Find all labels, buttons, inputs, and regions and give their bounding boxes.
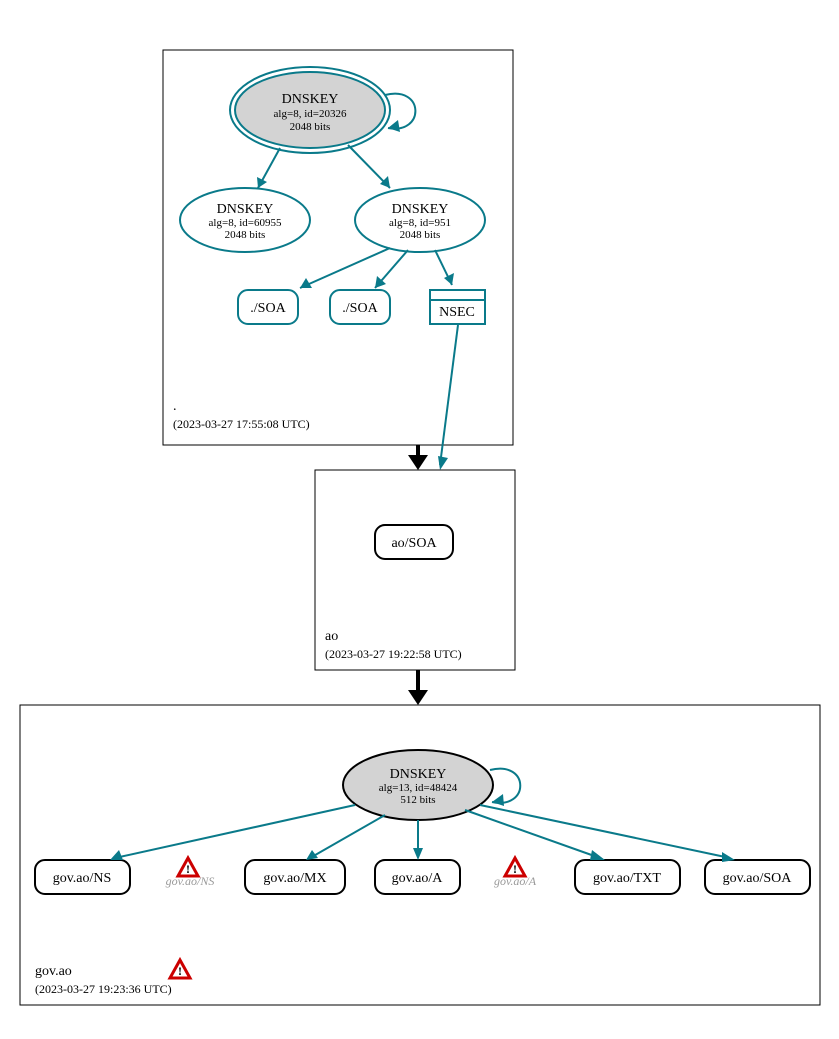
svg-text:2048 bits: 2048 bits — [290, 121, 331, 133]
svg-text:ao/SOA: ao/SOA — [391, 536, 437, 551]
zone-ao-name: ao — [325, 629, 338, 644]
zone-root-name: . — [173, 399, 177, 414]
svg-text:!: ! — [186, 862, 190, 876]
svg-text:./SOA: ./SOA — [250, 301, 286, 316]
root-nsec: NSEC — [430, 290, 485, 324]
svg-text:2048 bits: 2048 bits — [225, 229, 266, 241]
svg-text:!: ! — [513, 862, 517, 876]
svg-text:512 bits: 512 bits — [400, 794, 435, 806]
warning-icon: ! — [170, 960, 190, 978]
warning-icon: ! — [178, 858, 198, 876]
svg-text:alg=8, id=951: alg=8, id=951 — [389, 217, 451, 229]
root-zsk1-node: DNSKEY alg=8, id=60955 2048 bits — [180, 188, 310, 252]
govao-key-selfloop — [490, 769, 520, 803]
svg-text:NSEC: NSEC — [439, 305, 475, 320]
svg-text:gov.ao/NS: gov.ao/NS — [53, 871, 112, 886]
warning-icon: ! — [505, 858, 525, 876]
svg-text:DNSKEY: DNSKEY — [392, 202, 449, 217]
svg-text:gov.ao/A: gov.ao/A — [392, 871, 444, 886]
svg-text:DNSKEY: DNSKEY — [217, 202, 274, 217]
govao-key-node: DNSKEY alg=13, id=48424 512 bits — [343, 750, 493, 820]
svg-text:alg=8, id=20326: alg=8, id=20326 — [274, 108, 347, 120]
svg-text:gov.ao/SOA: gov.ao/SOA — [723, 871, 793, 886]
svg-text:./SOA: ./SOA — [342, 301, 378, 316]
zone-root-time: (2023-03-27 17:55:08 UTC) — [173, 417, 310, 431]
root-zsk2-node: DNSKEY alg=8, id=951 2048 bits — [355, 188, 485, 252]
svg-text:DNSKEY: DNSKEY — [282, 92, 339, 107]
zone-ao-box — [315, 470, 515, 670]
zone-govao-time: (2023-03-27 19:23:36 UTC) — [35, 982, 172, 996]
svg-text:alg=8, id=60955: alg=8, id=60955 — [209, 217, 282, 229]
svg-text:DNSKEY: DNSKEY — [390, 767, 447, 782]
zone-ao-time: (2023-03-27 19:22:58 UTC) — [325, 647, 462, 661]
svg-text:gov.ao/MX: gov.ao/MX — [263, 871, 326, 886]
svg-text:!: ! — [178, 964, 182, 978]
zone-govao-name: gov.ao — [35, 964, 72, 979]
root-ksk-node: DNSKEY alg=8, id=20326 2048 bits — [230, 67, 390, 153]
svg-text:alg=13, id=48424: alg=13, id=48424 — [379, 782, 458, 794]
svg-text:2048 bits: 2048 bits — [400, 229, 441, 241]
svg-text:gov.ao/TXT: gov.ao/TXT — [593, 871, 661, 886]
